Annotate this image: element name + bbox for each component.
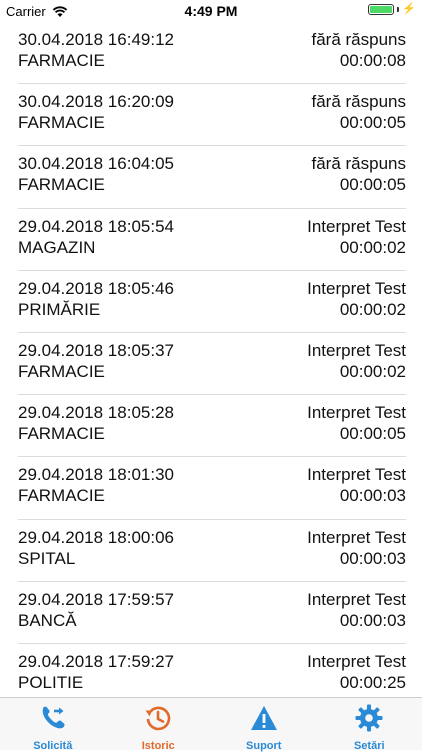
row-bottom-line: FARMACIE 00:00:08 [18,51,406,71]
row-top-line: 30.04.2018 16:20:09 fără răspuns [18,92,406,112]
history-row[interactable]: 29.04.2018 18:01:30Interpret TestFARMACI… [0,457,422,519]
row-bottom-line: POLITIE 00:00:25 [18,673,406,693]
call-place: FARMACIE [18,362,105,382]
tab-suport[interactable]: Suport [211,698,317,750]
call-status: Interpret Test [307,279,406,299]
row-top-line: 29.04.2018 17:59:27 Interpret Test [18,652,406,672]
tab-solicita[interactable]: Solicită [0,698,106,750]
call-place: FARMACIE [18,113,105,133]
history-row[interactable]: 30.04.2018 16:04:05 fără răspuns FARMACIE 0… [0,146,422,208]
call-datetime: 30.04.2018 16:04:05 [18,154,174,174]
call-status: Interpret Test [307,590,406,610]
call-duration: 00:00:25 [340,673,406,693]
call-duration: 00:00:03 [340,611,406,631]
tab-bar: Solicită Istoric Suport Setări [0,697,422,750]
history-icon [143,703,173,738]
call-place: PRIMĂRIE [18,300,100,320]
call-datetime: 30.04.2018 16:49:12 [18,30,174,50]
row-bottom-line: FARMACIE 00:00:03 [18,486,406,506]
call-duration: 00:00:05 [340,175,406,195]
battery-icon [368,4,394,15]
tab-label: Solicită [33,740,72,752]
charging-icon: ⚡ [402,4,416,15]
history-row[interactable]: 29.04.2018 18:05:28Interpret TestFARMACI… [0,395,422,457]
history-row[interactable]: 30.04.2018 16:20:09 fără răspuns FARMACIE 0… [0,84,422,146]
history-row[interactable]: 29.04.2018 17:59:57 Interpret Test BANCĂ 00… [0,582,422,644]
call-datetime: 29.04.2018 18:05:37 [18,341,174,361]
row-bottom-line: FARMACIE 00:00:02 [18,362,406,382]
call-status: fără răspuns [312,92,407,112]
call-datetime: 29.04.2018 17:59:27 [18,652,174,672]
phone-forward-icon [38,703,68,738]
warning-icon [249,703,279,738]
status-right: ⚡ [368,4,416,15]
battery-nub [397,7,399,12]
tab-setari[interactable]: Setări [317,698,422,750]
call-status: Interpret Test [307,341,406,361]
call-place: FARMACIE [18,175,105,195]
call-place: FARMACIE [18,424,105,444]
status-bar: Carrier 4:49 PM ⚡ [0,0,422,22]
call-status: Interpret Test [307,217,406,237]
call-place: FARMACIE [18,51,105,71]
tab-label: Suport [246,740,281,752]
call-place: FARMACIE [18,486,105,506]
call-status: Interpret Test [307,652,406,672]
call-datetime: 29.04.2018 17:59:57 [18,590,174,610]
row-top-line: 29.04.2018 18:05:54 Interpret Test [18,217,406,237]
history-row[interactable]: 29.04.2018 18:05:54Interpret TestMAGAZIN… [0,209,422,271]
history-row[interactable]: 29.04.2018 17:59:27Interpret TestPOLITIE… [0,644,422,698]
call-duration: 00:00:05 [340,113,406,133]
call-datetime: 29.04.2018 18:05:54 [18,217,174,237]
row-top-line: 29.04.2018 18:00:06 Interpret Test [18,528,406,548]
call-duration: 00:00:02 [340,362,406,382]
row-bottom-line: FARMACIE 00:00:05 [18,113,406,133]
gear-icon [354,703,384,738]
row-top-line: 30.04.2018 16:04:05 fără răspuns [18,154,406,174]
history-list[interactable]: 30.04.2018 16:49:12 fără răspuns FARMACIE 0… [0,22,422,698]
tab-istoric[interactable]: Istoric [106,698,212,750]
history-row[interactable]: 29.04.2018 18:00:06 Interpret Test SPITAL 0… [0,520,422,582]
row-bottom-line: BANCĂ 00:00:03 [18,611,406,631]
tab-label: Istoric [142,740,175,752]
call-status: fără răspuns [312,154,407,174]
row-top-line: 30.04.2018 16:49:12 fără răspuns [18,30,406,50]
row-top-line: 29.04.2018 18:05:37 Interpret Test [18,341,406,361]
row-bottom-line: FARMACIE 00:00:05 [18,175,406,195]
tab-label: Setări [354,740,385,752]
row-top-line: 29.04.2018 18:05:46 Interpret Test [18,279,406,299]
history-row[interactable]: 30.04.2018 16:49:12 fără răspuns FARMACIE 0… [0,22,422,84]
history-row[interactable]: 29.04.2018 18:05:46Interpret TestPRIMĂRI… [0,271,422,333]
call-datetime: 29.04.2018 18:05:28 [18,403,174,423]
call-duration: 00:00:03 [340,549,406,569]
call-duration: 00:00:02 [340,300,406,320]
call-status: Interpret Test [307,403,406,423]
call-duration: 00:00:08 [340,51,406,71]
call-place: MAGAZIN [18,238,95,258]
row-bottom-line: PRIMĂRIE 00:00:02 [18,300,406,320]
row-bottom-line: SPITAL 00:00:03 [18,549,406,569]
row-top-line: 29.04.2018 18:05:28 Interpret Test [18,403,406,423]
status-time: 4:49 PM [0,3,422,19]
call-place: SPITAL [18,549,75,569]
row-bottom-line: FARMACIE 00:00:05 [18,424,406,444]
call-datetime: 29.04.2018 18:00:06 [18,528,174,548]
call-datetime: 30.04.2018 16:20:09 [18,92,174,112]
history-row[interactable]: 29.04.2018 18:05:37Interpret TestFARMACI… [0,333,422,395]
call-duration: 00:00:03 [340,486,406,506]
call-place: BANCĂ [18,611,77,631]
row-top-line: 29.04.2018 18:01:30 Interpret Test [18,465,406,485]
call-duration: 00:00:05 [340,424,406,444]
row-top-line: 29.04.2018 17:59:57 Interpret Test [18,590,406,610]
call-datetime: 29.04.2018 18:01:30 [18,465,174,485]
call-datetime: 29.04.2018 18:05:46 [18,279,174,299]
call-status: Interpret Test [307,465,406,485]
call-duration: 00:00:02 [340,238,406,258]
call-status: Interpret Test [307,528,406,548]
call-place: POLITIE [18,673,83,693]
call-status: fără răspuns [312,30,407,50]
row-bottom-line: MAGAZIN 00:00:02 [18,238,406,258]
